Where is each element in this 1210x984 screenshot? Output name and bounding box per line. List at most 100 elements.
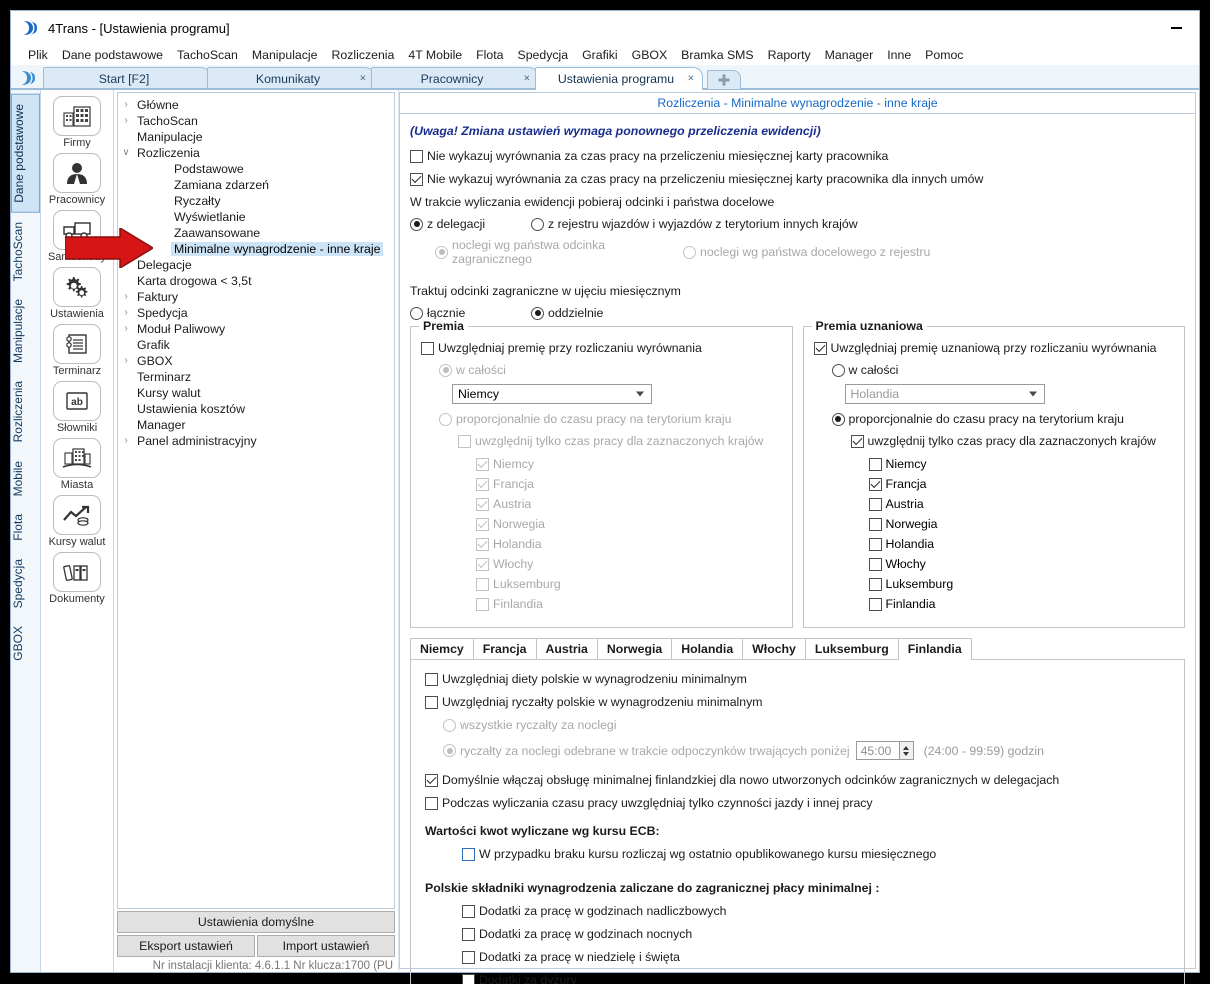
combo-premia-uzn-country[interactable]: Holandia xyxy=(844,384,1045,404)
tree-node-panel-administracyjny[interactable]: › Panel administracyjny xyxy=(118,433,394,449)
checkbox-ryczalty-row[interactable]: Uwzględniaj ryczałty polskie w wynagrodz… xyxy=(425,695,1170,709)
combo-premia-country[interactable]: Niemcy xyxy=(452,384,652,404)
menu-item-grafiki[interactable]: Grafiki xyxy=(575,48,625,62)
radio-premia-uzn-proportional-row[interactable]: proporcjonalnie do czasu pracy na teryto… xyxy=(831,412,1175,426)
checkbox-no-equalization[interactable] xyxy=(410,149,423,163)
tree-node-manager[interactable]: Manager xyxy=(118,417,394,433)
tab-close-icon[interactable]: × xyxy=(524,73,530,84)
radio-lacznie[interactable] xyxy=(410,306,423,320)
vgroup-gbox[interactable]: GBOX xyxy=(11,617,40,670)
tree-node-ustawienia-kosztow[interactable]: Ustawienia kosztów xyxy=(118,401,394,417)
country-tab-niemcy[interactable]: Niemcy xyxy=(410,638,474,659)
radio-premia-uzn-whole-row[interactable]: w całości xyxy=(831,363,1175,377)
tree-node-delegacje[interactable]: Delegacje xyxy=(118,257,394,273)
checkbox-premia-uzn-only-selected[interactable] xyxy=(850,434,864,448)
checkbox-default-finnish[interactable] xyxy=(425,773,438,787)
radio-oddzielnie[interactable] xyxy=(531,306,544,320)
vgroup-dane-podstawowe[interactable]: Dane podstawowe xyxy=(11,94,40,213)
checkbox-standby[interactable] xyxy=(462,973,475,984)
rail-item-miasta[interactable]: Miasta xyxy=(45,438,109,491)
vgroup-manipulacje[interactable]: Manipulacje xyxy=(11,290,40,372)
tree-node-gbox[interactable]: › GBOX xyxy=(118,353,394,369)
checkbox-premia-uzn-austria[interactable] xyxy=(868,497,882,511)
minimize-button[interactable] xyxy=(1153,11,1199,45)
import-settings-button[interactable]: Import ustawień xyxy=(257,935,395,957)
export-settings-button[interactable]: Eksport ustawień xyxy=(117,935,255,957)
tab-pracownicy[interactable]: Pracownicy × xyxy=(371,67,539,89)
chevron-down-icon[interactable] xyxy=(636,391,644,397)
menu-item-rozliczenia[interactable]: Rozliczenia xyxy=(324,48,401,62)
chevron-down-icon[interactable] xyxy=(1028,391,1037,397)
menu-item-plik[interactable]: Plik xyxy=(21,48,55,62)
rail-item-firmy[interactable]: Firmy xyxy=(45,96,109,149)
menu-item-pomoc[interactable]: Pomoc xyxy=(918,48,970,62)
rail-item-pracownicy[interactable]: Pracownicy xyxy=(45,153,109,206)
chevron-right-icon[interactable]: › xyxy=(118,353,134,369)
checkbox-no-equalization-other[interactable] xyxy=(410,172,423,186)
radio-oddzielnie-row[interactable]: oddzielnie xyxy=(531,306,603,320)
tree-node-tachoscan[interactable]: › TachoScan xyxy=(118,113,394,129)
checkbox-night[interactable] xyxy=(462,927,475,941)
tree-node-glowne[interactable]: › Główne xyxy=(118,97,394,113)
menu-item-tachoscan[interactable]: TachoScan xyxy=(170,48,245,62)
default-settings-button[interactable]: Ustawienia domyślne xyxy=(117,911,395,933)
new-tab-icon[interactable] xyxy=(707,70,741,89)
checkbox-standby-row[interactable]: Dodatki za dyżury xyxy=(462,973,1170,984)
chevron-right-icon[interactable]: › xyxy=(118,113,134,129)
checkbox-diety[interactable] xyxy=(425,672,438,686)
checkbox-premia-uzn-niemcy[interactable] xyxy=(868,457,882,471)
list-item[interactable]: Włochy xyxy=(868,557,1175,571)
country-tab-francja[interactable]: Francja xyxy=(472,638,537,659)
menu-item-manager[interactable]: Manager xyxy=(818,48,881,62)
tree-node-kursy-walut[interactable]: Kursy walut xyxy=(118,385,394,401)
vgroup-mobile[interactable]: Mobile xyxy=(11,452,40,505)
checkbox-only-driving[interactable] xyxy=(425,796,438,810)
tree-node-spedycja[interactable]: › Spedycja xyxy=(118,305,394,321)
list-item[interactable]: Francja xyxy=(868,477,1175,491)
tab-start[interactable]: Start [F2] xyxy=(43,67,211,89)
list-item[interactable]: Niemcy xyxy=(868,457,1175,471)
rail-item-slowniki[interactable]: ab Słowniki xyxy=(45,381,109,434)
radio-z-rejestru[interactable] xyxy=(531,217,544,231)
menu-item-gbox[interactable]: GBOX xyxy=(625,48,675,62)
chevron-right-icon[interactable]: › xyxy=(118,97,134,113)
tree-node-karta-drogowa[interactable]: Karta drogowa < 3,5t xyxy=(118,273,394,289)
chevron-down-icon[interactable]: ∨ xyxy=(118,145,134,161)
menu-item-manipulacje[interactable]: Manipulacje xyxy=(245,48,325,62)
checkbox-sunday-row[interactable]: Dodatki za pracę w niedzielę i święta xyxy=(462,950,1170,964)
checkbox-premia-uzn-finlandia[interactable] xyxy=(868,597,882,611)
checkbox-premia-uzn-luksemburg[interactable] xyxy=(868,577,882,591)
tree-node-zaawansowane[interactable]: Zaawansowane xyxy=(118,225,394,241)
radio-premia-uzn-proportional[interactable] xyxy=(831,412,845,426)
checkbox-premia-uzn-main[interactable] xyxy=(813,341,827,355)
checkbox-overtime-row[interactable]: Dodatki za pracę w godzinach nadliczbowy… xyxy=(462,904,1170,918)
list-item[interactable]: Luksemburg xyxy=(868,577,1175,591)
country-tab-wlochy[interactable]: Włochy xyxy=(742,638,806,659)
rail-item-kursy-walut[interactable]: Kursy walut xyxy=(45,495,109,548)
country-tab-finlandia[interactable]: Finlandia xyxy=(897,638,972,660)
country-tab-holandia[interactable]: Holandia xyxy=(671,638,744,659)
tree-node-rozliczenia[interactable]: ∨ Rozliczenia xyxy=(118,145,394,161)
checkbox-premia-uzn-francja[interactable] xyxy=(868,477,882,491)
list-item[interactable]: Norwegia xyxy=(868,517,1175,531)
country-tab-luksemburg[interactable]: Luksemburg xyxy=(804,638,899,659)
radio-lacznie-row[interactable]: łącznie xyxy=(410,306,531,320)
tree-node-podstawowe[interactable]: Podstawowe xyxy=(118,161,394,177)
checkbox-ecb-fallback[interactable] xyxy=(462,847,475,861)
spinner-buttons[interactable] xyxy=(898,741,914,760)
menu-item-flota[interactable]: Flota xyxy=(469,48,510,62)
checkbox-premia-main[interactable] xyxy=(421,341,434,355)
rail-item-terminarz[interactable]: Terminarz xyxy=(45,324,109,377)
chevron-right-icon[interactable]: › xyxy=(118,289,134,305)
menu-item-raporty[interactable]: Raporty xyxy=(761,48,818,62)
checkbox-default-finnish-row[interactable]: Domyślnie włączaj obsługę minimalnej fin… xyxy=(425,773,1170,787)
vgroup-tachoscan[interactable]: TachoScan xyxy=(11,213,40,290)
checkbox-premia-uzn-only-selected-row[interactable]: uwzględnij tylko czas pracy dla zaznaczo… xyxy=(850,434,1175,448)
list-item[interactable]: Austria xyxy=(868,497,1175,511)
country-tab-austria[interactable]: Austria xyxy=(535,638,598,659)
tab-ustawienia-programu[interactable]: Ustawienia programu × xyxy=(535,67,703,90)
checkbox-no-equalization-other-row[interactable]: Nie wykazuj wyrównania za czas pracy na … xyxy=(410,172,1185,186)
tree-node-terminarz[interactable]: Terminarz xyxy=(118,369,394,385)
tree-node-grafik[interactable]: Grafik xyxy=(118,337,394,353)
vgroup-flota[interactable]: Flota xyxy=(11,505,40,550)
